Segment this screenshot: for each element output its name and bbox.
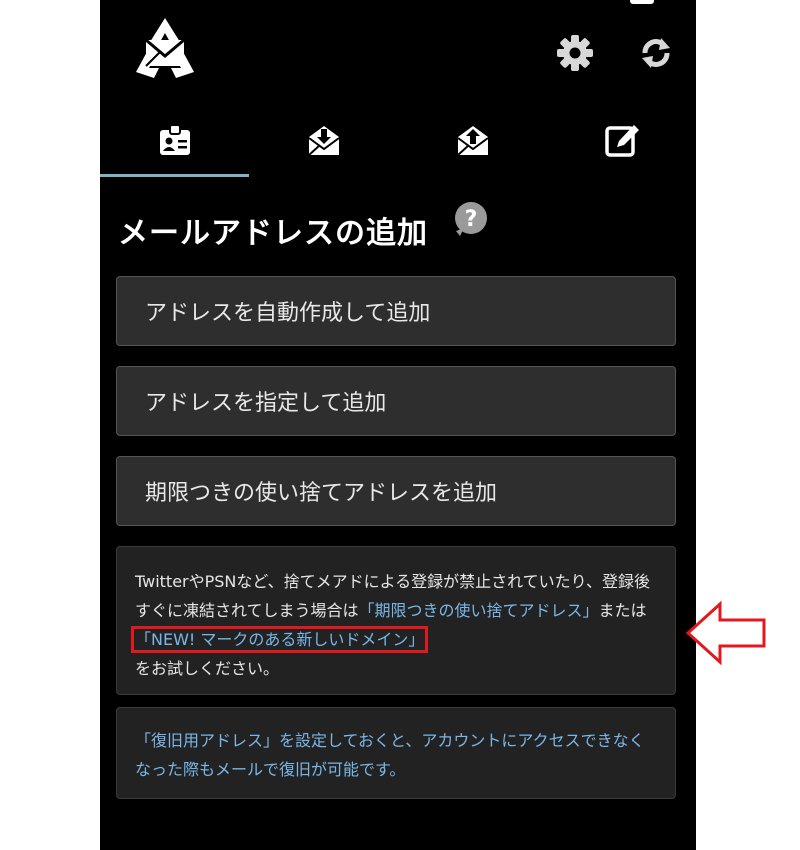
help-icon[interactable]: ? (452, 201, 490, 239)
gear-icon[interactable] (556, 34, 594, 72)
tab-address-list[interactable] (100, 108, 249, 176)
notice-card: TwitterやPSNなど、捨てメアドによる登録が禁止されていたり、登録後すぐに… (116, 546, 676, 695)
new-domain-link[interactable]: 「NEW! マークのある新しいドメイン」 (130, 626, 429, 653)
compose-icon (604, 125, 639, 157)
app-screen: メールアドレスの追加 ? アドレスを自動作成して追加 アドレスを指定して追加 期… (100, 0, 696, 850)
tab-outbox[interactable] (398, 108, 547, 176)
page-title: メールアドレスの追加 (118, 216, 428, 251)
auto-create-address-button[interactable]: アドレスを自動作成して追加 (116, 276, 676, 346)
inbox-download-icon (307, 126, 340, 156)
specify-address-button[interactable]: アドレスを指定して追加 (116, 366, 676, 436)
annotation-arrow-icon (685, 600, 766, 666)
recovery-card: 「復旧用アドレス」を設定しておくと、アカウントにアクセスできなくなった際もメール… (116, 707, 676, 799)
contact-card-icon (159, 124, 190, 155)
recovery-address-link[interactable]: 「復旧用アドレス」を設定しておくと、アカウントにアクセスできなくなった際もメール… (135, 731, 645, 779)
refresh-icon[interactable] (637, 34, 675, 72)
recycle-mail-logo (136, 18, 194, 78)
svg-text:?: ? (465, 207, 478, 232)
tab-bar (100, 108, 696, 177)
outbox-upload-icon (456, 126, 489, 156)
tab-compose[interactable] (547, 108, 696, 176)
disposable-address-link[interactable]: 「期限つきの使い捨てアドレス」 (359, 601, 599, 620)
notice-connector: または (598, 601, 647, 620)
status-bar-indicator (630, 0, 654, 4)
notice-suffix: をお試しください。 (135, 659, 280, 678)
active-tab-indicator (100, 174, 249, 177)
disposable-address-button[interactable]: 期限つきの使い捨てアドレスを追加 (116, 456, 676, 526)
tab-inbox[interactable] (249, 108, 398, 176)
